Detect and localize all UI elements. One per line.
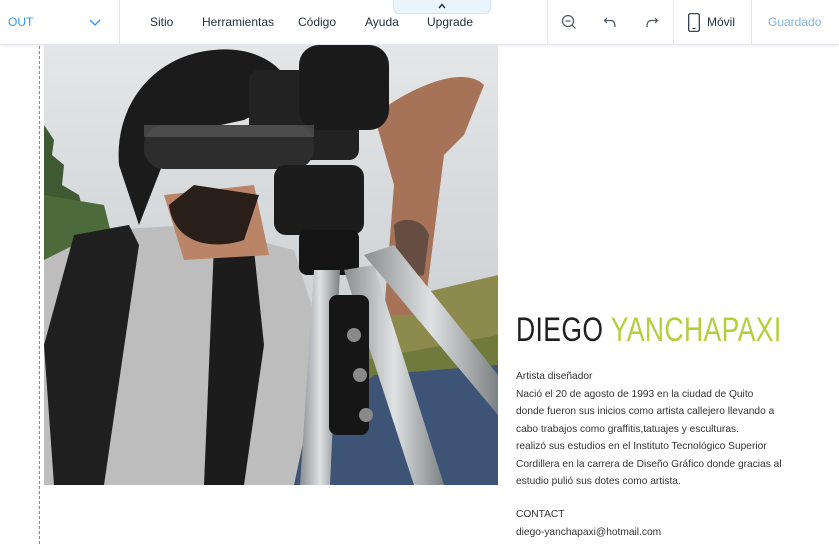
bio-line: Cordillera en la carrera de Diseño Gráfi… [516, 458, 782, 470]
bio-line: Nació el 20 de agosto de 1993 en la ciud… [516, 388, 754, 400]
menu-sitio[interactable]: Sitio [150, 0, 173, 45]
toolbar-divider [547, 0, 548, 45]
menu-upgrade[interactable]: Upgrade [427, 0, 473, 45]
bio-line: cabo trabajos como graffitis,tatuajes y … [516, 423, 739, 435]
canvas-guide-line [39, 46, 40, 544]
zoom-out-icon[interactable] [558, 11, 580, 33]
contact-heading: CONTACT [516, 509, 565, 520]
bio-line: estudio pulió sus dotes como artista. [516, 476, 681, 487]
profile-photo[interactable] [44, 45, 498, 485]
mobile-icon [688, 13, 700, 32]
bio-line: Artista diseñador [516, 371, 593, 382]
menu-herramientas[interactable]: Herramientas [202, 0, 274, 45]
artist-first-name: DIEGO [516, 311, 604, 349]
artist-bio: Artista diseñador Nació el 20 de agosto … [516, 368, 826, 491]
page-selector[interactable]: OUT [0, 0, 120, 45]
artist-last-name: YANCHAPAXI [610, 311, 782, 349]
redo-icon[interactable] [640, 11, 662, 33]
chevron-down-icon [89, 19, 101, 26]
undo-icon[interactable] [600, 11, 622, 33]
toolbar-divider [673, 0, 674, 45]
page-selector-label: OUT [8, 15, 34, 29]
contact-email[interactable]: diego-yanchapaxi@hotmail.com [516, 526, 661, 540]
toolbar-divider [751, 0, 752, 45]
saved-status: Guardado [768, 15, 822, 29]
editor-topbar: OUT Sitio Herramientas Código Ayuda Upgr… [0, 0, 839, 45]
menu-codigo[interactable]: Código [298, 0, 336, 45]
bio-line: donde fueron sus inicios como artista ca… [516, 406, 775, 417]
menu-ayuda[interactable]: Ayuda [365, 0, 399, 45]
bio-line: realizó sus estudios en el Instituto Tec… [516, 441, 767, 452]
mobile-view-label: Móvil [707, 15, 736, 29]
artist-name-heading: DIEGO YANCHAPAXI [516, 310, 782, 350]
